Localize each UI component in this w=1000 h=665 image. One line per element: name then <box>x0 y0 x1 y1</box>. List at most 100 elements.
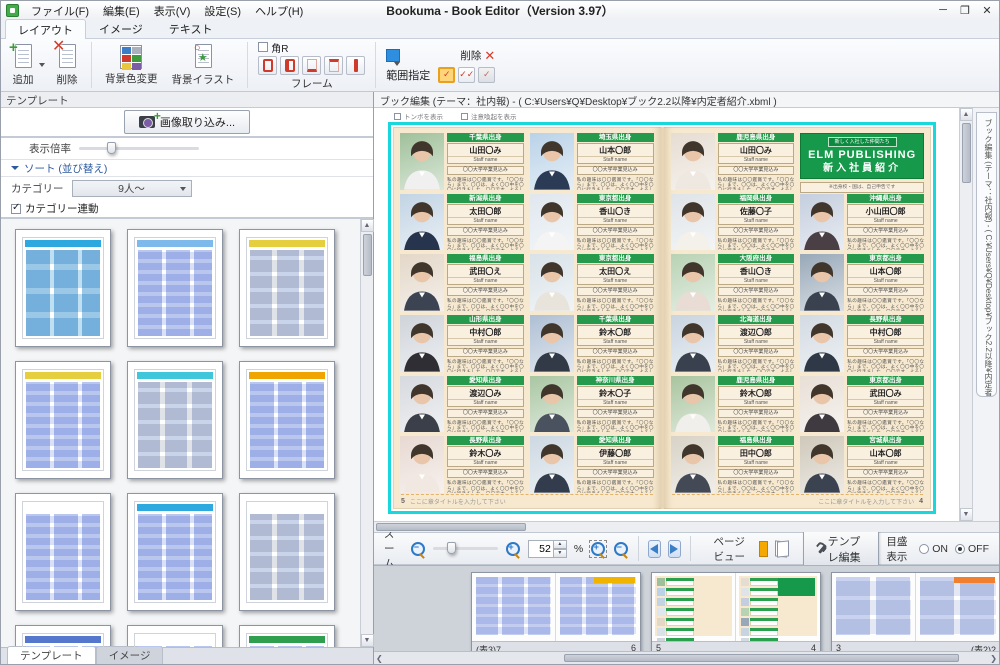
staff-card[interactable]: 大阪府出身 香山〇き Staff name 〇〇大学卒業見込み 私の趣味は〇〇鑑… <box>671 254 795 311</box>
panel-tab-image[interactable]: イメージ <box>96 646 164 664</box>
menu-file[interactable]: ファイル(F) <box>24 2 96 20</box>
warning-checkbox[interactable] <box>461 113 468 120</box>
menu-view[interactable]: 表示(V) <box>147 2 198 20</box>
staff-card[interactable]: 山形県出身 中村〇郎 Staff name 〇〇大学卒業見込み 私の趣味は〇〇鑑… <box>400 315 524 372</box>
staff-card[interactable]: 新潟県出身 太田〇郎 Staff name 〇〇大学卒業見込み 私の趣味は〇〇鑑… <box>400 194 524 251</box>
right-chapter-placeholder[interactable]: ここに章タイトルを入力して下さい <box>818 497 914 506</box>
menu-settings[interactable]: 設定(S) <box>197 2 248 20</box>
staff-card[interactable]: 沖縄県出身 小山田〇郎 Staff name 〇〇大学卒業見込み 私の趣味は〇〇… <box>800 194 924 251</box>
staff-card[interactable]: 東京都出身 山本〇郎 Staff name 〇〇大学卒業見込み 私の趣味は〇〇鑑… <box>800 254 924 311</box>
template-edit-button[interactable]: テンプレ編集 <box>803 529 880 569</box>
editor-canvas[interactable]: トンボを表示 注意喚起を表示 千葉県出身 山田〇み <box>374 108 959 521</box>
template-thumbnail-11[interactable] <box>127 625 223 647</box>
page-left[interactable]: 千葉県出身 山田〇み Staff name 〇〇大学卒業見込み 私の趣味は〇〇鑑… <box>393 127 664 509</box>
minimize-button[interactable]: ─ <box>936 4 950 17</box>
template-thumbnail-4[interactable] <box>15 361 111 479</box>
display-zoom-slider[interactable] <box>79 147 199 150</box>
frame-style-3-button[interactable] <box>302 56 321 75</box>
template-thumbnail-1[interactable] <box>15 229 111 347</box>
zoom-spin-down[interactable]: ▼ <box>554 549 567 558</box>
prev-page-button[interactable] <box>648 540 661 558</box>
frame-style-4-button[interactable] <box>324 56 343 75</box>
canvas-vertical-scrollbar[interactable]: ▲ ▼ <box>959 108 972 521</box>
tab-image[interactable]: イメージ <box>86 18 156 38</box>
staff-card[interactable]: 千葉県出身 鈴木〇郎 Staff name 〇〇大学卒業見込み 私の趣味は〇〇鑑… <box>530 315 654 372</box>
thumbnail-spread-3-2[interactable]: 3 (表2)2 <box>831 572 999 651</box>
bg-color-button[interactable]: 背景色変更 <box>102 44 161 87</box>
zoom-slider[interactable] <box>433 547 498 550</box>
frame-style-2-button[interactable] <box>280 56 299 75</box>
left-chapter-placeholder[interactable]: ここに章タイトルを入力して下さい <box>410 497 506 506</box>
staff-card[interactable]: 福島県出身 田中〇郎 Staff name 〇〇大学卒業見込み 私の趣味は〇〇鑑… <box>671 436 795 493</box>
ruler-on-radio[interactable] <box>919 544 929 554</box>
spread-title-block[interactable]: 新しく入社した仲間たち ELM PUBLISHING 新入社員紹介 ※出身校・国… <box>800 133 924 190</box>
zoom-in-icon[interactable]: + <box>505 541 521 557</box>
page-right[interactable]: 鹿児島県出身 山田〇み Staff name 〇〇大学卒業見込み 私の趣味は〇〇… <box>664 127 932 509</box>
template-thumbnail-12[interactable] <box>239 625 335 647</box>
image-import-button[interactable]: 画像取り込み... <box>124 110 250 134</box>
tab-layout[interactable]: レイアウト <box>5 19 86 39</box>
add-page-button[interactable]: + 追加 <box>9 43 37 88</box>
tab-text[interactable]: テキスト <box>156 18 226 38</box>
staff-card[interactable]: 鹿児島県出身 山田〇み Staff name 〇〇大学卒業見込み 私の趣味は〇〇… <box>671 133 795 190</box>
template-list-scrollbar[interactable]: ▲ ▼ <box>360 219 373 647</box>
maximize-button[interactable]: ❐ <box>958 4 972 17</box>
staff-card[interactable]: 福島県出身 武田〇え Staff name 〇〇大学卒業見込み 私の趣味は〇〇鑑… <box>400 254 524 311</box>
zoom-spin-up[interactable]: ▲ <box>554 540 567 549</box>
selected-spread[interactable]: 千葉県出身 山田〇み Staff name 〇〇大学卒業見込み 私の趣味は〇〇鑑… <box>388 122 936 514</box>
next-page-button[interactable] <box>668 540 681 558</box>
canvas-horizontal-scrollbar[interactable] <box>374 521 999 532</box>
range-color-swatch[interactable] <box>386 49 400 62</box>
frame-style-1-button[interactable] <box>258 56 277 75</box>
delete-page-button[interactable]: ✕ 削除 <box>53 43 81 88</box>
bg-illustration-button[interactable]: ○★ 背景イラスト <box>169 43 238 88</box>
panel-tab-template[interactable]: テンプレート <box>7 646 96 664</box>
staff-card[interactable]: 埼玉県出身 山本〇郎 Staff name 〇〇大学卒業見込み 私の趣味は〇〇鑑… <box>530 133 654 190</box>
range-delete-icon[interactable]: ✕ <box>484 48 495 64</box>
template-thumbnail-7[interactable] <box>15 493 111 611</box>
template-thumbnail-6[interactable] <box>239 361 335 479</box>
frame-style-5-button[interactable] <box>346 56 365 75</box>
staff-card[interactable]: 東京都出身 武田〇み Staff name 〇〇大学卒業見込み 私の趣味は〇〇鑑… <box>800 376 924 433</box>
staff-card[interactable]: 神奈川県出身 鈴木〇子 Staff name 〇〇大学卒業見込み 私の趣味は〇〇… <box>530 376 654 433</box>
thumbnail-spread-7-6[interactable]: (表3)7 6 <box>471 572 641 651</box>
category-link-checkbox[interactable] <box>11 204 21 214</box>
zoom-reset-icon[interactable]: − <box>613 541 629 557</box>
trim-marks-checkbox[interactable] <box>394 113 401 120</box>
menu-help[interactable]: ヘルプ(H) <box>248 2 310 20</box>
staff-card[interactable]: 宮城県出身 山本〇郎 Staff name 〇〇大学卒業見込み 私の趣味は〇〇鑑… <box>800 436 924 493</box>
zoom-percent-input[interactable] <box>528 540 554 558</box>
template-thumbnail-8[interactable] <box>127 493 223 611</box>
range-check-1-button[interactable]: ✓ <box>438 67 455 83</box>
add-dropdown-caret[interactable] <box>39 63 45 67</box>
staff-card[interactable]: 長野県出身 中村〇郎 Staff name 〇〇大学卒業見込み 私の趣味は〇〇鑑… <box>800 315 924 372</box>
zoom-area-icon[interactable]: + <box>590 541 606 557</box>
category-select[interactable]: 9人～ <box>72 180 192 197</box>
staff-card[interactable]: 愛知県出身 伊藤〇郎 Staff name 〇〇大学卒業見込み 私の趣味は〇〇鑑… <box>530 436 654 493</box>
staff-card[interactable]: 東京都出身 香山〇き Staff name 〇〇大学卒業見込み 私の趣味は〇〇鑑… <box>530 194 654 251</box>
single-page-view-icon[interactable] <box>759 541 768 557</box>
staff-card[interactable]: 福岡県出身 佐藤〇子 Staff name 〇〇大学卒業見込み 私の趣味は〇〇鑑… <box>671 194 795 251</box>
thumbnail-spread-5-4[interactable]: 5 4 <box>651 572 821 651</box>
template-thumbnail-10[interactable] <box>15 625 111 647</box>
staff-card[interactable]: 千葉県出身 山田〇み Staff name 〇〇大学卒業見込み 私の趣味は〇〇鑑… <box>400 133 524 190</box>
range-check-3-button[interactable]: ✓ <box>478 67 495 83</box>
zoom-out-icon[interactable]: − <box>410 541 426 557</box>
corner-r-checkbox[interactable] <box>258 42 268 52</box>
staff-card[interactable]: 長野県出身 鈴木〇み Staff name 〇〇大学卒業見込み 私の趣味は〇〇鑑… <box>400 436 524 493</box>
staff-card[interactable]: 東京都出身 太田〇え Staff name 〇〇大学卒業見込み 私の趣味は〇〇鑑… <box>530 254 654 311</box>
staff-card[interactable]: 愛知県出身 渡辺〇み Staff name 〇〇大学卒業見込み 私の趣味は〇〇鑑… <box>400 376 524 433</box>
staff-card[interactable]: 鹿児島県出身 鈴木〇郎 Staff name 〇〇大学卒業見込み 私の趣味は〇〇… <box>671 376 795 433</box>
template-thumbnail-9[interactable] <box>239 493 335 611</box>
range-check-2-button[interactable]: ✓✓ <box>458 67 475 83</box>
close-button[interactable]: ✕ <box>980 4 994 17</box>
ruler-off-radio[interactable] <box>955 544 965 554</box>
template-thumbnail-3[interactable] <box>239 229 335 347</box>
staff-card[interactable]: 北海道出身 渡辺〇郎 Staff name 〇〇大学卒業見込み 私の趣味は〇〇鑑… <box>671 315 795 372</box>
template-thumbnail-5[interactable] <box>127 361 223 479</box>
sort-toggle[interactable]: ソート (並び替え) <box>1 160 373 177</box>
strip-horizontal-scrollbar[interactable]: ❮❯ <box>374 651 999 664</box>
spread-view-icon[interactable] <box>775 541 789 556</box>
template-thumbnail-2[interactable] <box>127 229 223 347</box>
menu-edit[interactable]: 編集(E) <box>96 2 147 20</box>
